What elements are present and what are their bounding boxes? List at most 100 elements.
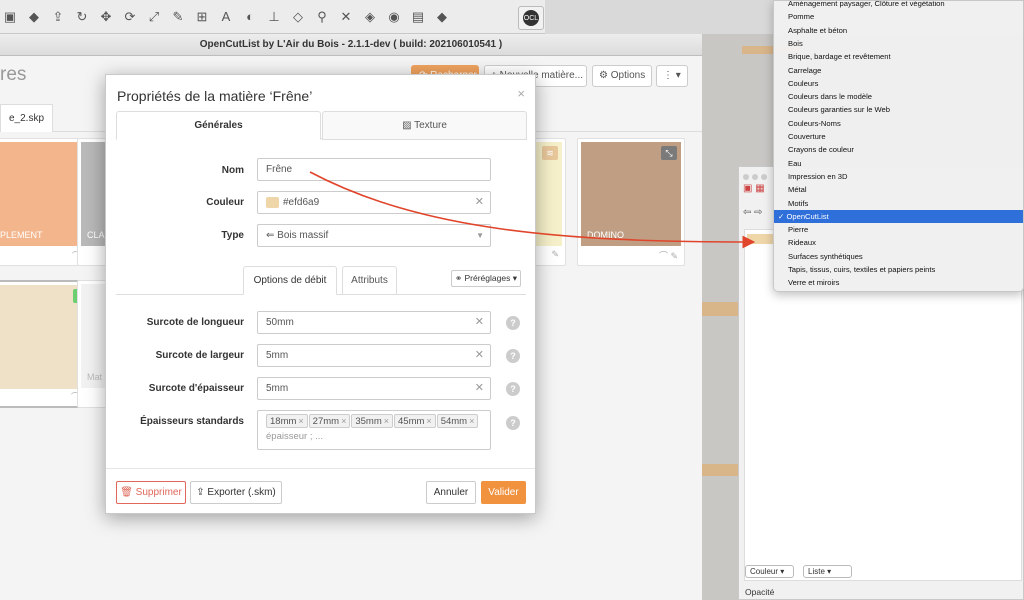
tab-file[interactable]: e_2.skp [0, 104, 54, 132]
window-title: OpenCutList by L'Air du Bois - 2.1.1-dev… [0, 34, 702, 56]
tab-texture[interactable]: ▨ Texture [322, 111, 527, 140]
name-label: Nom [221, 165, 244, 176]
menu-item[interactable]: Couleurs garanties sur le Web [774, 103, 1023, 116]
menu-item[interactable]: Surfaces synthétiques [774, 250, 1023, 263]
material-name: CLA [87, 230, 105, 240]
help-icon[interactable]: ? [506, 416, 520, 430]
menu-item[interactable]: Motifs [774, 197, 1023, 210]
length-oversize-field[interactable]: 50mm ✕ [257, 311, 491, 334]
list-mode-select[interactable]: Liste ▾ [803, 565, 852, 578]
export-button[interactable]: ⇪ Exporter (.skm) [190, 481, 282, 504]
width-oversize-field[interactable]: 5mm ✕ [257, 344, 491, 367]
tab-attributes[interactable]: Attributs [342, 266, 397, 295]
menu-item[interactable]: Impression en 3D [774, 170, 1023, 183]
menu-item[interactable]: Asphalte et béton [774, 24, 1023, 37]
menu-item[interactable]: Eau [774, 157, 1023, 170]
card-actions[interactable]: ⌒ ✎ [578, 249, 684, 263]
text-icon[interactable]: A [218, 9, 234, 25]
material-icon[interactable]: ▣ [2, 9, 18, 25]
tag-input-placeholder[interactable]: épaisseur ; ... [266, 431, 323, 442]
menu-item[interactable]: Métal [774, 183, 1023, 196]
protractor-icon[interactable]: ◐ [242, 9, 258, 25]
delete-button[interactable]: 🗑 Supprimer [116, 481, 186, 504]
tape-measure-icon[interactable]: ✎ [170, 9, 186, 25]
options-button[interactable]: ⚙ Options [592, 65, 652, 87]
follow-me-icon[interactable]: ↻ [74, 9, 90, 25]
remove-tag-icon: × [469, 416, 475, 426]
tab-cutting-options[interactable]: Options de débit [243, 266, 337, 295]
zoom-icon[interactable]: ⚲ [314, 9, 330, 25]
help-icon[interactable]: ? [506, 349, 520, 363]
diamond-icon[interactable]: ◆ [434, 9, 450, 25]
menu-item-selected[interactable]: ✓ OpenCutList [774, 209, 1023, 224]
thickness-tag[interactable]: 35mm × [351, 414, 394, 428]
axes-icon[interactable]: ⊥ [266, 9, 282, 25]
clear-icon[interactable]: ✕ [475, 312, 484, 333]
menu-item[interactable]: Crayons de couleur [774, 143, 1023, 156]
menu-item[interactable]: Couleurs dans le modèle [774, 90, 1023, 103]
menu-item[interactable]: Pierre [774, 223, 1023, 236]
type-label: Type [221, 230, 244, 241]
clear-icon[interactable]: ✕ [475, 345, 484, 366]
menu-item[interactable]: Couleurs-Noms [774, 117, 1023, 130]
menu-item[interactable]: Tapis, tissus, cuirs, textiles et papier… [774, 263, 1023, 276]
material-name: DOMINO [587, 230, 624, 240]
help-icon[interactable]: ? [506, 316, 520, 330]
color-swatch[interactable] [266, 196, 279, 208]
thickness-tag[interactable]: 27mm × [308, 414, 351, 428]
thickness-tag[interactable]: 18mm × [266, 414, 308, 428]
std-thickness-tags[interactable]: 18mm × 27mm × 35mm × 45mm × 54mm × épaisseur ; ..… [257, 410, 491, 450]
menu-item[interactable]: Brique, bardage et revêtement [774, 50, 1023, 63]
menu-item[interactable]: Bois [774, 37, 1023, 50]
layers-icon[interactable]: ▤ [410, 9, 426, 25]
clear-icon[interactable]: ✕ [475, 378, 484, 399]
remove-tag-icon: × [298, 416, 304, 426]
color-label: Couleur [206, 197, 244, 208]
material-card[interactable]: ⤡ DOMINO ⌒ ✎ [577, 138, 685, 266]
thickness-tag[interactable]: 54mm × [436, 414, 479, 428]
menu-item[interactable]: Couverture [774, 130, 1023, 143]
opencutlist-extension-button[interactable]: OCL [518, 6, 544, 30]
menu-item[interactable]: Carrelage [774, 64, 1023, 77]
menu-item[interactable]: Couleurs [774, 77, 1023, 90]
validate-button[interactable]: Valider [481, 481, 526, 504]
thickness-tag[interactable]: 45mm × [394, 414, 436, 428]
hat-icon[interactable]: ◉ [386, 9, 402, 25]
menu-item[interactable]: Pomme [774, 10, 1023, 23]
push-pull-icon[interactable]: ⇪ [50, 9, 66, 25]
width-oversize-label: Surcote de largeur [155, 350, 244, 361]
color-mode-select[interactable]: Couleur ▾ [745, 565, 794, 578]
dimension-icon[interactable]: ⊞ [194, 9, 210, 25]
remove-tag-icon: × [341, 416, 347, 426]
thickness-oversize-field[interactable]: 5mm ✕ [257, 377, 491, 400]
nav-arrows-icon[interactable]: ⇦ ⇨ [743, 207, 763, 218]
close-icon[interactable]: × [517, 86, 525, 101]
remove-tag-icon: × [426, 416, 432, 426]
name-field[interactable]: Frêne [257, 158, 491, 181]
tab-general[interactable]: Générales [116, 111, 321, 140]
move-icon[interactable]: ✥ [98, 9, 114, 25]
color-field[interactable]: #efd6a9 ✕ [257, 191, 491, 214]
help-icon[interactable]: ? [506, 382, 520, 396]
menu-item[interactable]: Aménagement paysager, Clôture et végétat… [774, 1, 1023, 10]
window-controls[interactable] [743, 171, 770, 183]
scale-icon[interactable]: ⤢ [146, 9, 162, 25]
zoom-extents-icon[interactable]: ✕ [338, 9, 354, 25]
type-select[interactable]: ⇐ Bois massif ▼ [257, 224, 491, 247]
paint-bucket-icon[interactable]: ◆ [26, 9, 42, 25]
more-menu-button[interactable]: ⋮ ▾ [656, 65, 688, 87]
menu-item[interactable]: Rideaux [774, 236, 1023, 249]
wood-badge-icon: ⤡ [661, 146, 677, 160]
caret-down-icon: ▼ [476, 231, 484, 240]
sandbox-icon[interactable]: ◈ [362, 9, 378, 25]
cancel-button[interactable]: Annuler [426, 481, 476, 504]
palette-icon[interactable]: ▣ ▦ [743, 183, 765, 194]
presets-dropdown[interactable]: ⚭ Préréglages ▾ [451, 270, 521, 287]
clear-icon[interactable]: ✕ [475, 192, 484, 213]
page-heading: res [0, 64, 27, 85]
menu-item[interactable]: Verre et miroirs [774, 276, 1023, 289]
eraser-icon[interactable]: ◇ [290, 9, 306, 25]
model-plank [702, 302, 742, 316]
opacity-label: Opacité [745, 587, 775, 597]
rotate-icon[interactable]: ⟳ [122, 9, 138, 25]
